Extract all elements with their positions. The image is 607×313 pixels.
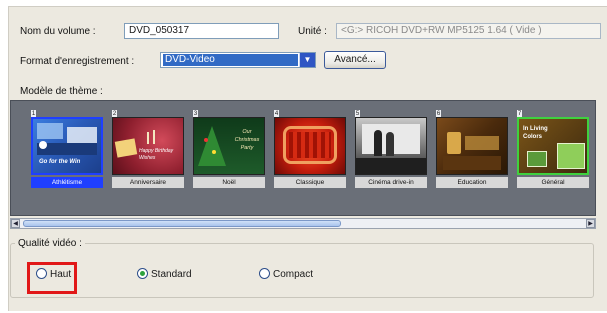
format-select[interactable]: DVD-Video ▼: [160, 52, 316, 68]
theme-card-anniversaire[interactable]: 2 Happy Birthday Wishes Anniversaire: [112, 110, 184, 188]
advanced-button[interactable]: Avancé...: [324, 51, 386, 69]
volume-name-label: Nom du volume :: [20, 26, 96, 37]
theme-card-athletisme[interactable]: 1 Go for the Win Athlétisme: [31, 110, 103, 188]
theme-scrollbar[interactable]: ◀ ▶: [10, 218, 596, 229]
quality-radio-compact[interactable]: Compact: [259, 268, 313, 280]
scroll-left-icon[interactable]: ◀: [11, 219, 20, 228]
theme-caption: Education: [436, 177, 508, 188]
theme-caption: Athlétisme: [31, 177, 103, 188]
theme-thumb-text: Our Christmas Party: [234, 129, 260, 151]
chevron-down-icon[interactable]: ▼: [299, 53, 315, 67]
theme-thumbnail: Go for the Win: [31, 117, 103, 175]
theme-caption: Général: [517, 177, 589, 188]
lamp-icon: [447, 132, 461, 154]
theme-thumbnail: In Living Colors: [517, 117, 589, 175]
theme-card-general[interactable]: 7 In Living Colors Général: [517, 110, 589, 188]
theme-caption: Cinéma drive-in: [355, 177, 427, 188]
theme-caption: Classique: [274, 177, 346, 188]
highlight-box: [27, 262, 77, 294]
quality-radio-standard[interactable]: Standard: [137, 268, 192, 280]
format-select-value: DVD-Video: [163, 54, 298, 66]
unit-label: Unité :: [298, 26, 327, 37]
theme-caption: Noël: [193, 177, 265, 188]
format-label: Format d'enregistrement :: [20, 56, 135, 67]
theme-card-education[interactable]: 6 Education: [436, 110, 508, 188]
soccer-ball-icon: [39, 141, 47, 149]
radio-label: Standard: [151, 269, 192, 280]
theme-thumb-text: In Living Colors: [523, 126, 548, 140]
theme-carousel: 1 Go for the Win Athlétisme 2 Happy Birt…: [10, 100, 596, 216]
scrollbar-thumb[interactable]: [23, 220, 341, 227]
theme-thumbnail: [274, 117, 346, 175]
theme-caption: Anniversaire: [112, 177, 184, 188]
theme-card-noel[interactable]: 3 Our Christmas Party Noël: [193, 110, 265, 188]
theme-thumb-text: Happy Birthday Wishes: [139, 148, 174, 161]
unit-field: <G:> RICOH DVD+RW MP5125 1.64 ( Vide ): [336, 23, 601, 39]
theme-label: Modèle de thème :: [20, 86, 103, 97]
theme-thumbnail: Happy Birthday Wishes: [112, 117, 184, 175]
theme-thumbnail: [355, 117, 427, 175]
theme-card-cinema-drive-in[interactable]: 5 Cinéma drive-in: [355, 110, 427, 188]
theme-thumbnail: Our Christmas Party: [193, 117, 265, 175]
photo-frame-icon: [557, 143, 585, 169]
radio-checked-icon[interactable]: [137, 268, 148, 279]
radio-label: Compact: [273, 269, 314, 280]
gift-icon: [114, 138, 138, 158]
scroll-right-icon[interactable]: ▶: [586, 219, 595, 228]
theme-card-classique[interactable]: 4 Classique: [274, 110, 346, 188]
radio-unchecked-icon[interactable]: [259, 268, 270, 279]
video-quality-legend: Qualité vidéo :: [18, 238, 82, 249]
volume-name-input[interactable]: DVD_050317: [124, 23, 279, 39]
theme-thumbnail: [436, 117, 508, 175]
christmas-tree-icon: [198, 126, 226, 166]
theme-thumb-text: Go for the Win: [39, 159, 81, 165]
